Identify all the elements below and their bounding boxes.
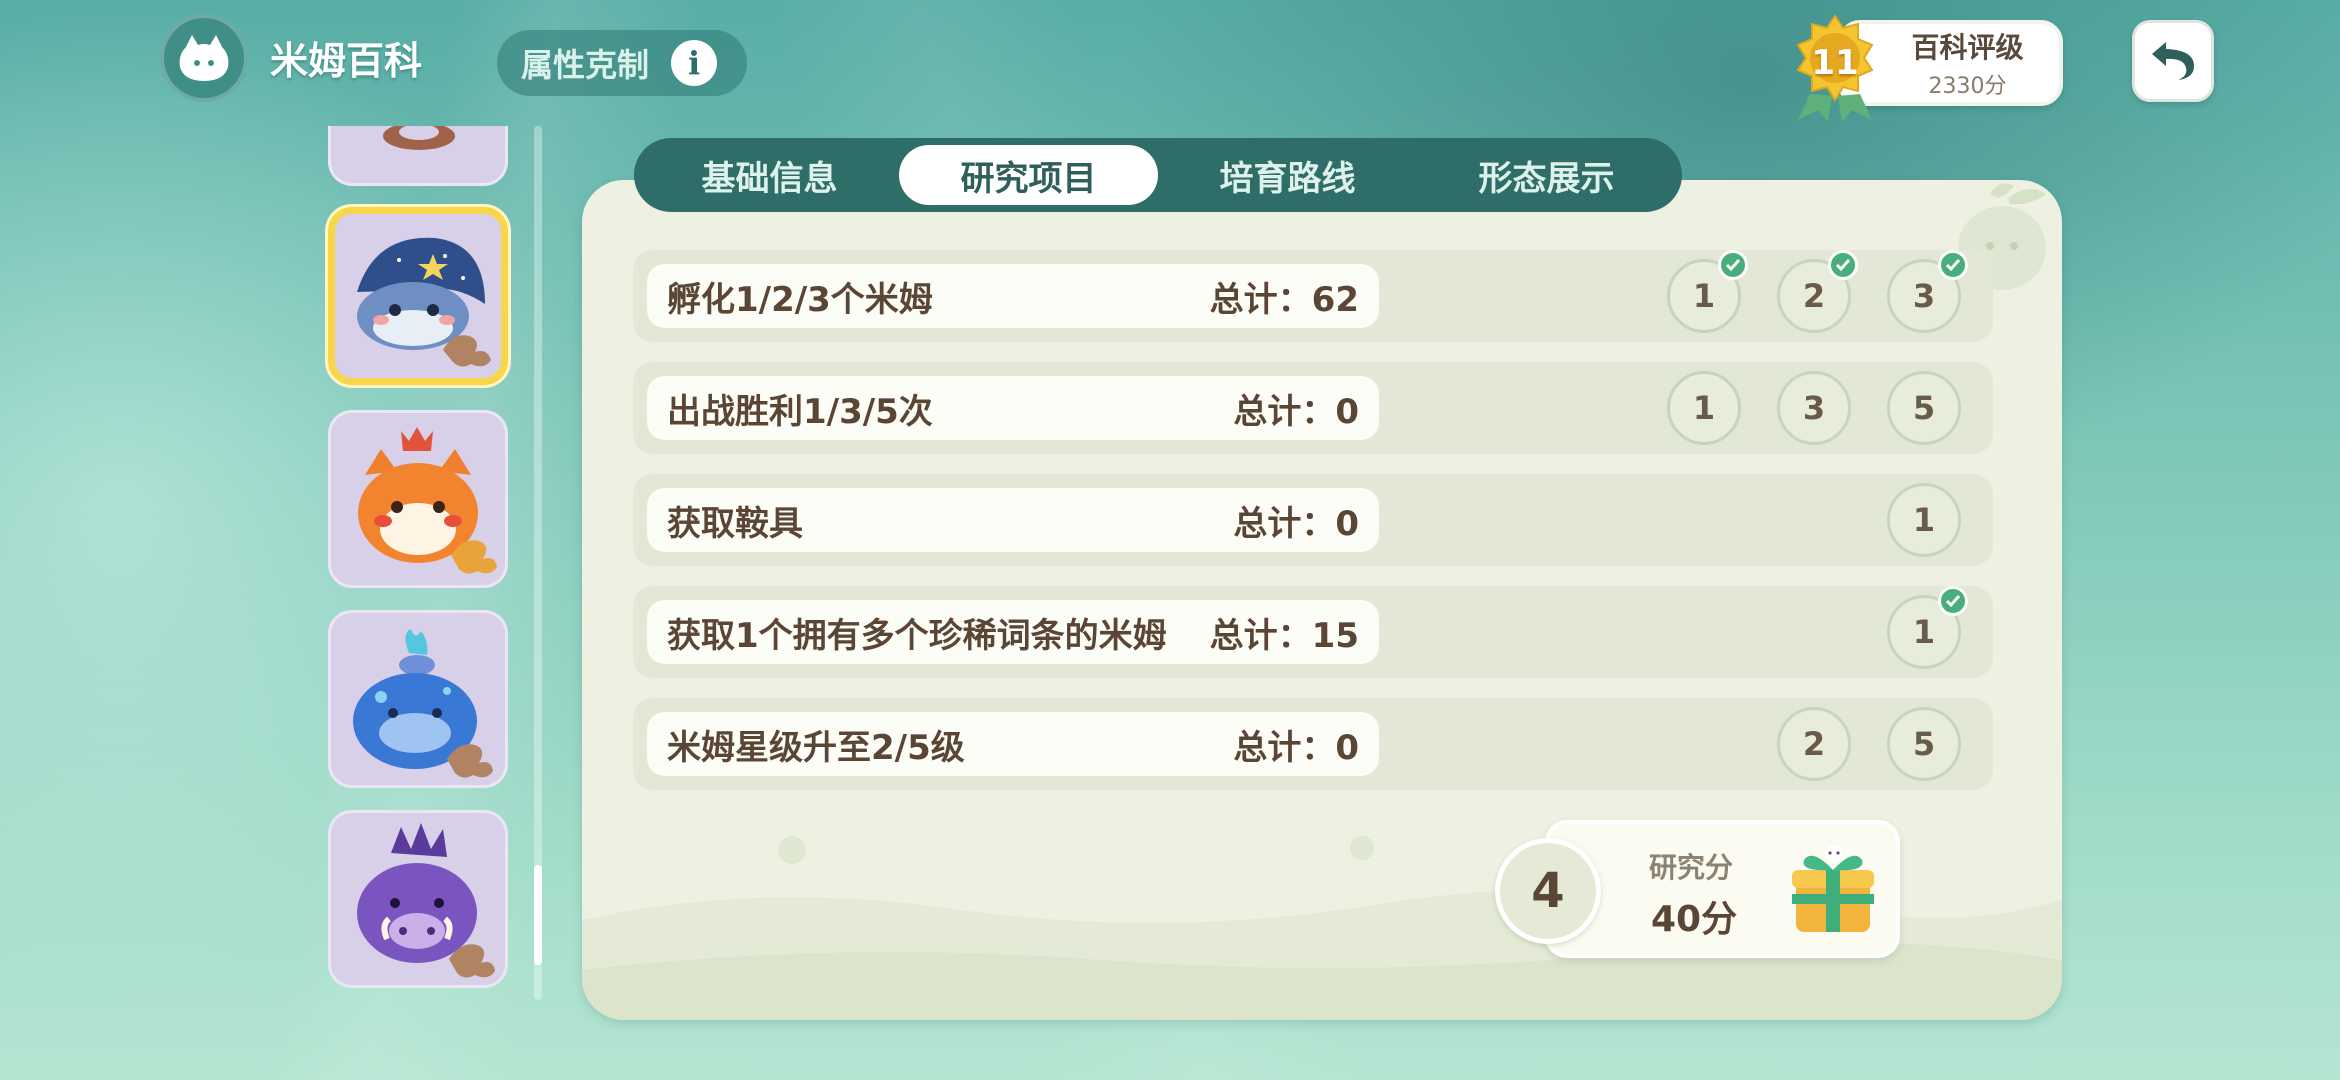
research-score-value: 40分 bbox=[1651, 899, 1738, 940]
milestone-badge[interactable]: 1 bbox=[1887, 483, 1961, 557]
research-task-label: 出战胜利1/3/5次 bbox=[667, 391, 933, 432]
research-task-box: 米姆星级升至2/5级 总计：0 bbox=[647, 712, 1379, 776]
tab-form-display[interactable]: 形态展示 bbox=[1417, 145, 1676, 205]
research-row: 获取1个拥有多个珍稀词条的米姆 总计：15 1 bbox=[633, 586, 1993, 678]
creature-card-purple-boar[interactable] bbox=[328, 810, 508, 988]
rating-medal-icon: 11 bbox=[1780, 12, 1890, 122]
back-arrow-icon bbox=[2152, 42, 2194, 80]
tab-breeding-route[interactable]: 培育路线 bbox=[1158, 145, 1417, 205]
tab-research-projects[interactable]: 研究项目 bbox=[899, 145, 1158, 205]
milestone-badge[interactable]: 1 bbox=[1667, 250, 1748, 333]
research-total: 总计：0 bbox=[1233, 391, 1359, 432]
research-task-box: 出战胜利1/3/5次 总计：0 bbox=[647, 376, 1379, 440]
milestone-badge[interactable]: 5 bbox=[1887, 371, 1961, 445]
research-row: 米姆星级升至2/5级 总计：0 2 5 bbox=[633, 698, 1993, 790]
milestone-badge[interactable]: 3 bbox=[1887, 250, 1968, 333]
rating-label: 百科评级 bbox=[1911, 31, 2024, 64]
research-task-box: 获取鞍具 总计：0 bbox=[647, 488, 1379, 552]
creature-card-fire-fox[interactable] bbox=[328, 410, 508, 588]
research-total: 总计：15 bbox=[1209, 615, 1359, 656]
milestone-badge[interactable]: 2 bbox=[1777, 250, 1858, 333]
check-icon bbox=[1828, 250, 1858, 280]
info-icon[interactable]: i bbox=[671, 40, 718, 86]
research-task-label: 孵化1/2/3个米姆 bbox=[667, 279, 933, 320]
research-row: 出战胜利1/3/5次 总计：0 1 3 5 bbox=[633, 362, 1993, 454]
research-task-box: 获取1个拥有多个珍稀词条的米姆 总计：15 bbox=[647, 600, 1379, 664]
research-task-label: 米姆星级升至2/5级 bbox=[667, 727, 965, 768]
milestone-badge[interactable]: 3 bbox=[1777, 371, 1851, 445]
rating-level: 11 bbox=[1811, 43, 1859, 83]
check-icon bbox=[1938, 586, 1968, 616]
research-task-box: 孵化1/2/3个米姆 总计：62 bbox=[647, 264, 1379, 328]
creature-card-partial[interactable] bbox=[328, 126, 508, 186]
mim-logo-icon[interactable] bbox=[160, 14, 248, 102]
back-button[interactable] bbox=[2132, 20, 2214, 102]
milestone-badge[interactable]: 1 bbox=[1887, 586, 1968, 669]
creature-list-scroll-thumb[interactable] bbox=[534, 865, 542, 965]
milestone-badge[interactable]: 2 bbox=[1777, 707, 1851, 781]
research-score-label: 研究分 bbox=[1649, 851, 1734, 884]
research-total: 总计：62 bbox=[1209, 279, 1359, 320]
check-icon bbox=[1718, 250, 1748, 280]
research-total: 总计：0 bbox=[1233, 727, 1359, 768]
tab-bar: 基础信息 研究项目 培育路线 形态展示 bbox=[634, 138, 1682, 212]
check-icon bbox=[1938, 250, 1968, 280]
type-effectiveness-button[interactable]: 属性克制 i bbox=[497, 30, 747, 96]
research-task-label: 获取鞍具 bbox=[667, 503, 803, 544]
tab-basic-info[interactable]: 基础信息 bbox=[640, 145, 899, 205]
research-row: 获取鞍具 总计：0 1 bbox=[633, 474, 1993, 566]
milestone-badge[interactable]: 5 bbox=[1887, 707, 1961, 781]
creature-card-star-whale[interactable] bbox=[328, 207, 508, 385]
app-title: 米姆百科 bbox=[270, 39, 423, 83]
research-row: 孵化1/2/3个米姆 总计：62 1 2 3 bbox=[633, 250, 1993, 342]
creature-card-water-blob[interactable] bbox=[328, 610, 508, 788]
research-level-badge: 4 bbox=[1495, 838, 1601, 944]
milestone-badge[interactable]: 1 bbox=[1667, 371, 1741, 445]
research-total: 总计：0 bbox=[1233, 503, 1359, 544]
rating-score: 2330分 bbox=[1928, 74, 2007, 99]
research-task-label: 获取1个拥有多个珍稀词条的米姆 bbox=[667, 615, 1167, 656]
type-effectiveness-label: 属性克制 bbox=[521, 46, 650, 84]
gift-box-icon[interactable] bbox=[1782, 838, 1882, 938]
